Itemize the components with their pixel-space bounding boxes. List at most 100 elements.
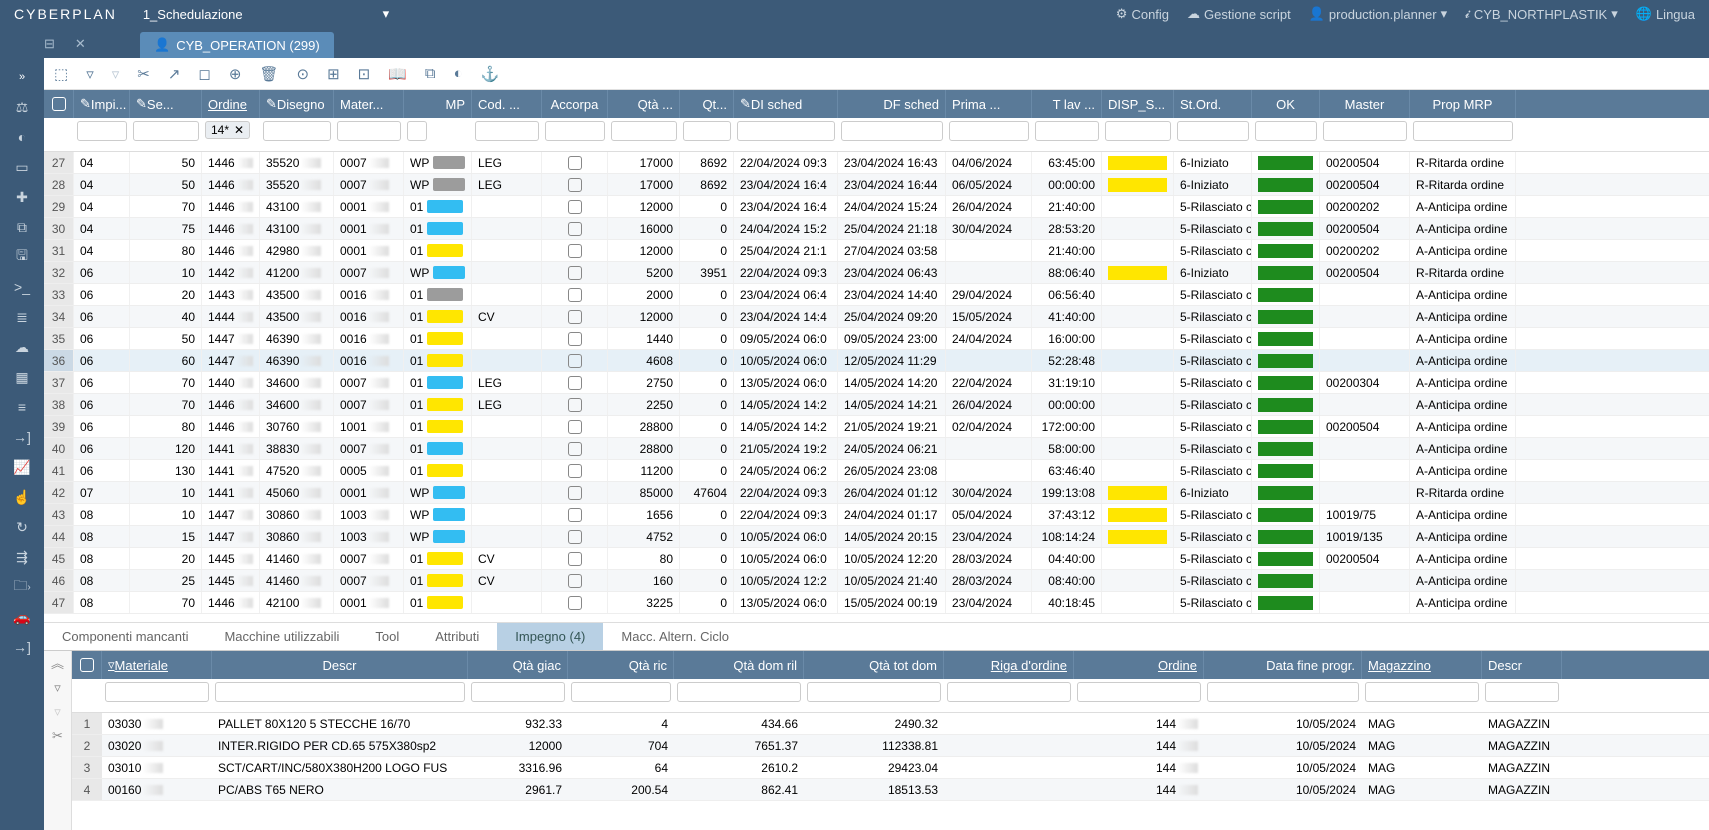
half-icon[interactable]: ◐ <box>454 65 463 82</box>
anchor-icon[interactable]: ⚓ <box>481 65 500 83</box>
table-row[interactable]: 37 06 70 1440 34600 0007 01 LEG 2750 0 1… <box>44 372 1709 394</box>
filter-cod[interactable] <box>475 121 539 141</box>
col-ok[interactable]: OK <box>1252 90 1320 118</box>
layers-icon[interactable]: ≣ <box>0 302 44 332</box>
lower-row[interactable]: 4 00160 PC/ABS T65 NERO 2961.7 200.54 86… <box>72 779 1709 801</box>
table-row[interactable]: 32 06 10 1442 41200 0007 WP 5200 3951 22… <box>44 262 1709 284</box>
shuffle-icon[interactable]: ✂ <box>137 65 150 83</box>
col-impi[interactable]: ✎Impi... <box>74 90 130 118</box>
car-icon[interactable]: 🚗 <box>0 602 44 632</box>
user-menu[interactable]: 👤 production.planner ▾ <box>1309 6 1447 22</box>
col-check[interactable] <box>44 90 74 118</box>
cell-acc[interactable] <box>542 592 608 613</box>
lfilter-icon[interactable]: ▿ <box>54 680 61 696</box>
lfilter-mag[interactable] <box>1365 682 1479 702</box>
filter-impi[interactable] <box>77 121 127 141</box>
table-row[interactable]: 35 06 50 1447 46390 0016 01 1440 0 09/05… <box>44 328 1709 350</box>
cell-acc[interactable] <box>542 240 608 261</box>
lfilter-tot[interactable] <box>807 682 941 702</box>
col-cod[interactable]: Cod. ... <box>472 90 542 118</box>
close-icon[interactable]: ✕ <box>75 36 86 52</box>
table-row[interactable]: 45 08 20 1445 41460 0007 01 CV 80 0 10/0… <box>44 548 1709 570</box>
schedule-selector[interactable]: 1_Schedulazione ▾ <box>131 6 401 22</box>
cell-acc[interactable] <box>542 570 608 591</box>
link-icon[interactable]: ⧉ <box>425 65 436 82</box>
lower-row[interactable]: 2 03020 INTER.RIGIDO PER CD.65 575X380sp… <box>72 735 1709 757</box>
filter-qta[interactable] <box>611 121 677 141</box>
sub-tab[interactable]: Attributi <box>417 623 497 650</box>
table-row[interactable]: 38 06 70 1446 34600 0007 01 LEG 2250 0 1… <box>44 394 1709 416</box>
cell-acc[interactable] <box>542 174 608 195</box>
filter-mp[interactable] <box>407 121 427 141</box>
filter-ok[interactable] <box>1255 121 1317 141</box>
lang-link[interactable]: 🌐 Lingua <box>1636 6 1695 22</box>
table-row[interactable]: 40 06 120 1441 38830 0007 01 28800 0 21/… <box>44 438 1709 460</box>
cell-acc[interactable] <box>542 152 608 173</box>
filter2-icon[interactable]: ▿ <box>112 65 120 83</box>
col-master[interactable]: Master <box>1320 90 1410 118</box>
filter-disch[interactable] <box>737 121 835 141</box>
copy-icon[interactable]: ⧉ <box>0 212 44 242</box>
col-accorpa[interactable]: Accorpa <box>542 90 608 118</box>
lcol-check[interactable] <box>72 651 102 679</box>
col-stord[interactable]: St.Ord. <box>1174 90 1252 118</box>
lfilter-data[interactable] <box>1207 682 1359 702</box>
folder-icon[interactable]: 🗀 › <box>0 572 44 602</box>
sub-tab[interactable]: Macc. Altern. Ciclo <box>603 623 747 650</box>
cell-acc[interactable] <box>542 526 608 547</box>
cell-acc[interactable] <box>542 262 608 283</box>
sub-tab[interactable]: Componenti mancanti <box>44 623 206 650</box>
lfilter-desc[interactable] <box>215 682 465 702</box>
lfilter-desc2[interactable] <box>1485 682 1559 702</box>
delete-icon[interactable]: 🗑 <box>259 65 278 83</box>
col-propmrp[interactable]: Prop MRP <box>1410 90 1516 118</box>
external-icon[interactable]: ↗ <box>168 65 181 83</box>
flow-icon[interactable]: ⇶ <box>0 542 44 572</box>
terminal-icon[interactable]: >_ <box>0 272 44 302</box>
excel-icon[interactable]: ⊞ <box>327 65 340 83</box>
cell-acc[interactable] <box>542 482 608 503</box>
filter-icon[interactable]: ▿ <box>86 65 94 83</box>
col-se[interactable]: ✎Se... <box>130 90 202 118</box>
col-tlav[interactable]: T lav ... <box>1032 90 1102 118</box>
filter-prima[interactable] <box>949 121 1029 141</box>
book-icon[interactable]: 📖 <box>388 65 407 83</box>
col-ordine[interactable]: Ordine <box>202 90 260 118</box>
zoom-icon[interactable]: ⊙ <box>296 65 309 83</box>
plus-icon[interactable]: ✚ <box>0 182 44 212</box>
filter-dfsch[interactable] <box>841 121 943 141</box>
table-row[interactable]: 46 08 25 1445 41460 0007 01 CV 160 0 10/… <box>44 570 1709 592</box>
lfilter-mat[interactable] <box>105 682 209 702</box>
lcol-dom[interactable]: Qtà dom ril <box>674 651 804 679</box>
col-disched[interactable]: ✎DI sched <box>734 90 838 118</box>
contrast-icon[interactable]: ◐ <box>0 122 44 152</box>
chart-icon[interactable]: 📈 <box>0 452 44 482</box>
lcol-data[interactable]: Data fine progr. <box>1204 651 1362 679</box>
battery-icon[interactable]: ▭ <box>0 152 44 182</box>
lower-row[interactable]: 3 03010 SCT/CART/INC/580X380H200 LOGO FU… <box>72 757 1709 779</box>
col-qt2[interactable]: Qt... <box>680 90 734 118</box>
filter-disps[interactable] <box>1105 121 1171 141</box>
table-row[interactable]: 29 04 70 1446 43100 0001 01 12000 0 23/0… <box>44 196 1709 218</box>
pdf-icon[interactable]: ⊡ <box>358 65 371 83</box>
lcol-descr2[interactable]: Descr <box>1482 651 1562 679</box>
table-row[interactable]: 33 06 20 1443 43500 0016 01 2000 0 23/04… <box>44 284 1709 306</box>
table-row[interactable]: 28 04 50 1446 35520 0007 WP LEG 17000 86… <box>44 174 1709 196</box>
hand-icon[interactable]: ☝ <box>0 482 44 512</box>
table-row[interactable]: 41 06 130 1441 47520 0005 01 11200 0 24/… <box>44 460 1709 482</box>
script-link[interactable]: ☁ Gestione script <box>1187 6 1291 22</box>
sub-tab[interactable]: Impegno (4) <box>497 623 603 650</box>
col-mp[interactable]: MP <box>404 90 472 118</box>
cell-acc[interactable] <box>542 548 608 569</box>
list-icon[interactable]: ≡ <box>0 392 44 422</box>
cell-acc[interactable] <box>542 196 608 217</box>
col-dfsched[interactable]: DF sched <box>838 90 946 118</box>
cell-acc[interactable] <box>542 394 608 415</box>
config-link[interactable]: ⚙ Config <box>1116 6 1169 22</box>
lcol-mag[interactable]: Magazzino <box>1362 651 1482 679</box>
table-row[interactable]: 44 08 15 1447 30860 1003 WP 4752 0 10/05… <box>44 526 1709 548</box>
lcol-giac[interactable]: Qtà giac <box>468 651 568 679</box>
filter-se[interactable] <box>133 121 199 141</box>
sub-tab[interactable]: Tool <box>357 623 417 650</box>
cell-acc[interactable] <box>542 306 608 327</box>
